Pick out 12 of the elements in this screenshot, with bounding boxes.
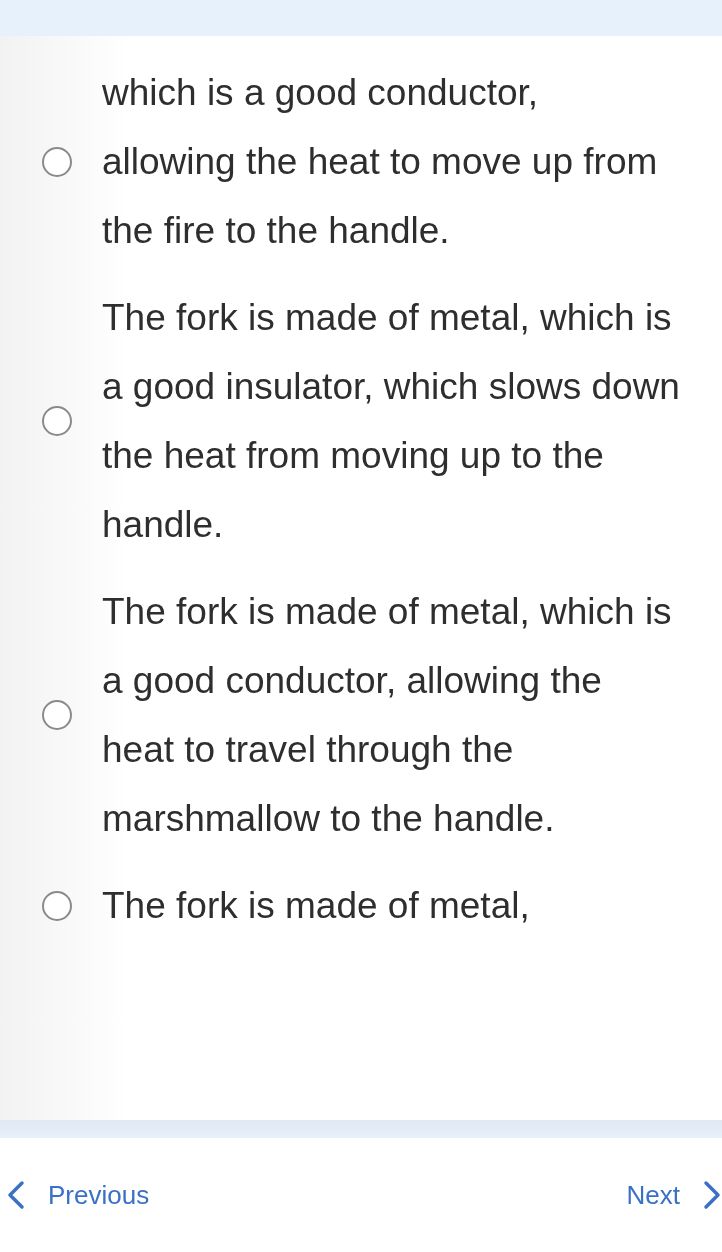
next-button[interactable]: Next bbox=[626, 1175, 722, 1215]
radio-button[interactable] bbox=[42, 890, 72, 921]
answer-text: The fork is made of metal, which is a good insulator, which slows down the heat from moving up to the handle. bbox=[102, 296, 681, 547]
radio-button[interactable] bbox=[42, 700, 72, 730]
radio-button[interactable] bbox=[42, 406, 72, 436]
answer-text: which is a good conductor, allowing the heat to move up from the fire to the handle. bbox=[102, 71, 659, 253]
chevron-left-icon bbox=[6, 1180, 26, 1210]
chevron-right-icon bbox=[702, 1180, 722, 1210]
answer-text: The fork is made of metal, which is a good conductor, allowing the heat to travel through the marshmallow to the handle. bbox=[102, 590, 673, 841]
previous-button[interactable]: Previous bbox=[6, 1175, 150, 1215]
radio-button[interactable] bbox=[42, 146, 72, 177]
answer-text: The fork is made of metal, bbox=[102, 884, 531, 928]
